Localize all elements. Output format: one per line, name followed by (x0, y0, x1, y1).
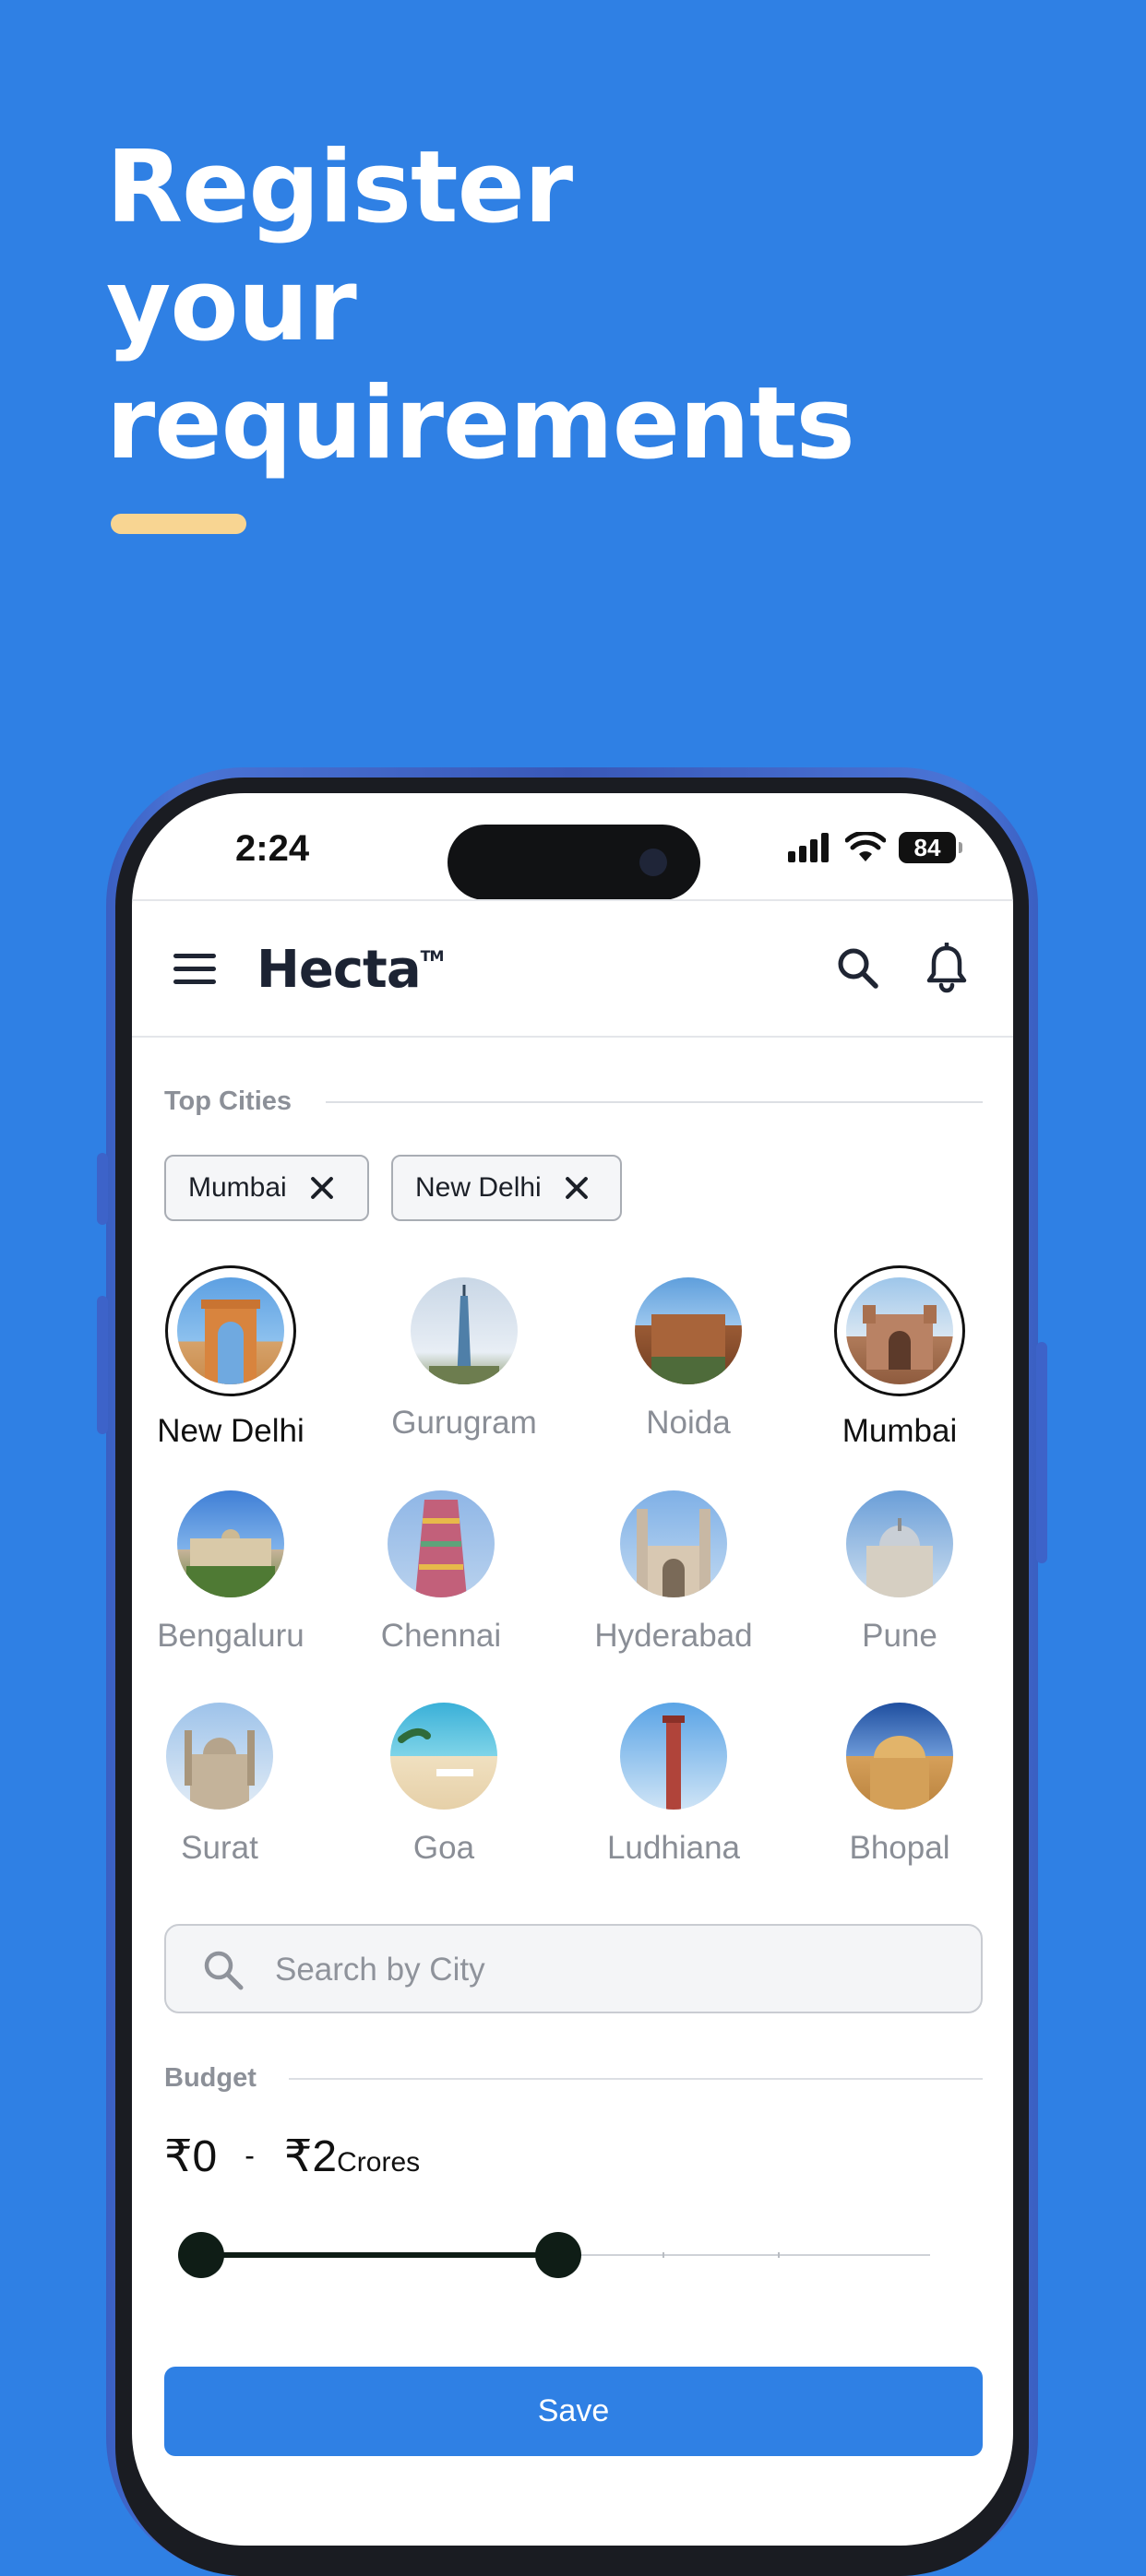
slider-max-handle[interactable] (535, 2232, 582, 2278)
phone-power-button (1036, 1342, 1047, 1563)
city-name: Ludhiana (606, 1830, 741, 1866)
city-name: Noida (646, 1405, 731, 1441)
budget-min-value: ₹0 (164, 2132, 218, 2181)
city-surat[interactable]: Surat (132, 1703, 335, 1867)
brand-name: Hecta (257, 940, 422, 1000)
chip-label: New Delhi (415, 1172, 542, 1203)
budget-label: Budget (164, 2063, 257, 2093)
signal-icon (788, 833, 829, 862)
city-pune[interactable]: Pune (784, 1490, 1013, 1655)
city-name: Gurugram (391, 1405, 537, 1441)
city-name: Mumbai (842, 1413, 958, 1449)
city-name: Chennai (380, 1618, 502, 1654)
city-name: Bhopal (849, 1830, 950, 1866)
city-name: Hyderabad (594, 1618, 753, 1654)
city-image (620, 1703, 727, 1810)
phone-action-button (97, 1153, 108, 1225)
status-time: 2:24 (235, 828, 310, 869)
budget-separator: - (245, 2139, 255, 2172)
brand-logo: HectaTM (257, 940, 445, 1000)
save-button[interactable]: Save (164, 2367, 983, 2456)
headline-line-3: requirements (106, 366, 855, 481)
city-image (166, 1703, 273, 1810)
budget-max-value: ₹2 (283, 2132, 338, 2181)
city-new-delhi[interactable]: New Delhi (132, 1265, 346, 1450)
city-gurugram[interactable]: Gurugram (349, 1277, 579, 1442)
close-icon[interactable] (309, 1175, 335, 1201)
promo-headline: Register your requirements (106, 129, 855, 483)
city-chennai[interactable]: Chennai (326, 1490, 556, 1655)
city-search-input[interactable] (275, 1944, 921, 1996)
dynamic-island (448, 825, 700, 900)
wifi-icon (845, 832, 886, 861)
headline-line-2: your (106, 248, 357, 363)
city-hyderabad[interactable]: Hyderabad (558, 1490, 789, 1655)
chip-label: Mumbai (188, 1172, 287, 1203)
camera-lens (639, 849, 667, 876)
city-name: Surat (181, 1830, 258, 1866)
search-icon (204, 1951, 244, 1990)
chip-mumbai[interactable]: Mumbai (164, 1155, 369, 1221)
city-image (846, 1277, 953, 1384)
headline-line-1: Register (106, 130, 573, 245)
chip-new-delhi[interactable]: New Delhi (391, 1155, 622, 1221)
city-image (635, 1277, 742, 1384)
top-cities-label: Top Cities (164, 1086, 292, 1116)
city-name: Goa (412, 1830, 475, 1866)
city-image (411, 1277, 518, 1384)
budget-slider[interactable] (178, 2232, 939, 2278)
city-search-box[interactable] (164, 1924, 983, 2013)
city-noida[interactable]: Noida (573, 1277, 804, 1442)
close-icon[interactable] (564, 1175, 590, 1201)
top-cities-divider (326, 1101, 983, 1103)
city-image (620, 1490, 727, 1597)
city-bengaluru[interactable]: Bengaluru (132, 1490, 346, 1655)
search-icon[interactable] (835, 945, 881, 991)
slider-fill (201, 2252, 559, 2258)
slider-tick (663, 2252, 664, 2258)
phone-volume-button (97, 1296, 108, 1434)
city-image (390, 1703, 497, 1810)
city-image (846, 1490, 953, 1597)
city-name: Pune (862, 1618, 937, 1654)
app-header: HectaTM (132, 899, 1013, 1038)
bell-icon[interactable] (925, 943, 968, 994)
budget-range-display: ₹0- ₹2Crores (164, 2131, 420, 2182)
status-icons: 84 (788, 832, 962, 863)
battery-icon: 84 (899, 832, 962, 863)
headline-underline (111, 514, 246, 534)
budget-unit: Crores (337, 2147, 421, 2178)
selected-ring (834, 1265, 965, 1396)
slider-min-handle[interactable] (178, 2232, 224, 2278)
city-image (388, 1490, 495, 1597)
city-image (177, 1277, 284, 1384)
hamburger-menu-icon[interactable] (173, 954, 216, 987)
city-bhopal[interactable]: Bhopal (784, 1703, 1013, 1867)
status-bar: 2:24 84 (132, 793, 1013, 900)
city-name: New Delhi (157, 1413, 304, 1449)
slider-tick (778, 2252, 780, 2258)
city-name: Bengaluru (157, 1618, 304, 1654)
city-goa[interactable]: Goa (328, 1703, 559, 1867)
city-ludhiana[interactable]: Ludhiana (558, 1703, 789, 1867)
city-image (177, 1490, 284, 1597)
budget-divider (289, 2078, 983, 2080)
city-mumbai[interactable]: Mumbai (784, 1265, 1013, 1450)
phone-screen: 2:24 84 HectaTM Top Cities Mumbai New De… (132, 793, 1013, 2546)
city-image (846, 1703, 953, 1810)
trademark-mark: TM (420, 947, 445, 965)
selected-ring (165, 1265, 296, 1396)
